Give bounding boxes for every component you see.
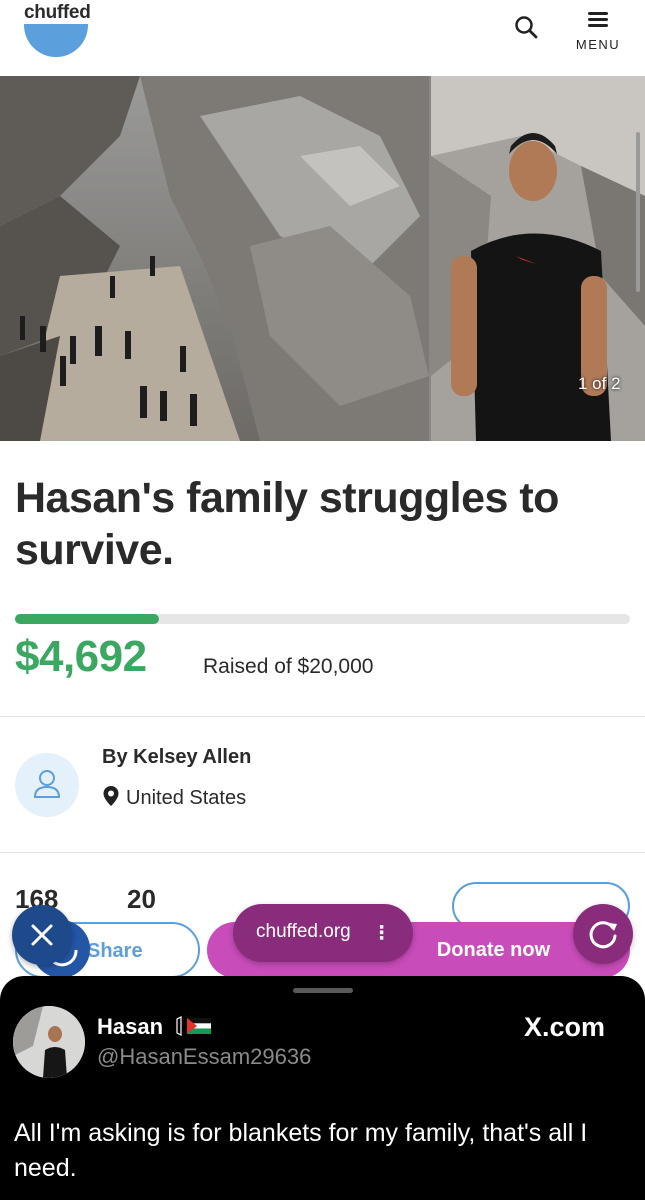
gallery-counter: 1 of 2 <box>578 374 621 393</box>
chuffed-logo[interactable]: chuffed <box>22 2 92 58</box>
section-divider <box>0 716 645 717</box>
x-site-label[interactable]: X.com <box>524 1012 605 1043</box>
url-text: chuffed.org <box>256 921 351 942</box>
sheet-grabber[interactable] <box>293 988 353 993</box>
reload-button[interactable] <box>573 904 633 964</box>
x-post-text: All I'm asking is for blankets for my fa… <box>14 1119 588 1182</box>
shares-count: 20 <box>127 884 156 908</box>
hero-gallery[interactable] <box>0 76 645 441</box>
close-icon <box>31 924 53 946</box>
organizer-avatar <box>15 753 79 817</box>
hamburger-icon <box>588 12 608 28</box>
x-handle: @HasanEssam29636 <box>97 1044 312 1069</box>
share-button-label: Share <box>87 940 143 962</box>
reload-icon <box>589 921 617 949</box>
profile-photo <box>13 1006 85 1078</box>
menu-button[interactable]: MENU <box>572 10 624 56</box>
logo-shape <box>24 24 88 57</box>
x-name-text: Hasan <box>97 1014 164 1039</box>
x-display-name: Hasan <box>97 1014 213 1040</box>
campaign-title: Hasan's family struggles to survive. <box>15 474 559 574</box>
user-icon <box>33 770 61 798</box>
palestine-flag-icon <box>176 1016 212 1036</box>
search-icon <box>515 16 538 39</box>
section-divider <box>0 852 645 853</box>
location-pin-icon <box>103 786 119 806</box>
search-button[interactable] <box>512 12 542 42</box>
funding-progress-fill <box>15 614 160 624</box>
site-header: chuffed MENU <box>0 0 645 76</box>
x-profile-avatar[interactable] <box>13 1006 85 1078</box>
logo-text: chuffed <box>24 2 91 23</box>
rubble-street-photo <box>0 76 429 441</box>
raised-amount: $4,692 <box>15 632 147 681</box>
more-options-icon[interactable]: ⋮ <box>372 922 391 945</box>
x-post-card[interactable]: Hasan @HasanEssam29636 X.com All I'm ask… <box>0 976 645 1200</box>
raised-goal: Raised of $20,000 <box>203 655 374 678</box>
scrollbar-thumb[interactable] <box>636 132 640 292</box>
organizer-location: United States <box>102 785 246 810</box>
organizer-name[interactable]: By Kelsey Allen <box>102 746 251 769</box>
close-overlay-button[interactable] <box>12 905 72 965</box>
donate-button-label: Donate now <box>436 939 551 961</box>
location-text: United States <box>126 787 247 809</box>
funding-progress-bar <box>15 614 630 624</box>
menu-label: MENU <box>575 37 621 52</box>
url-pill[interactable]: chuffed.org ⋮ <box>233 904 413 962</box>
